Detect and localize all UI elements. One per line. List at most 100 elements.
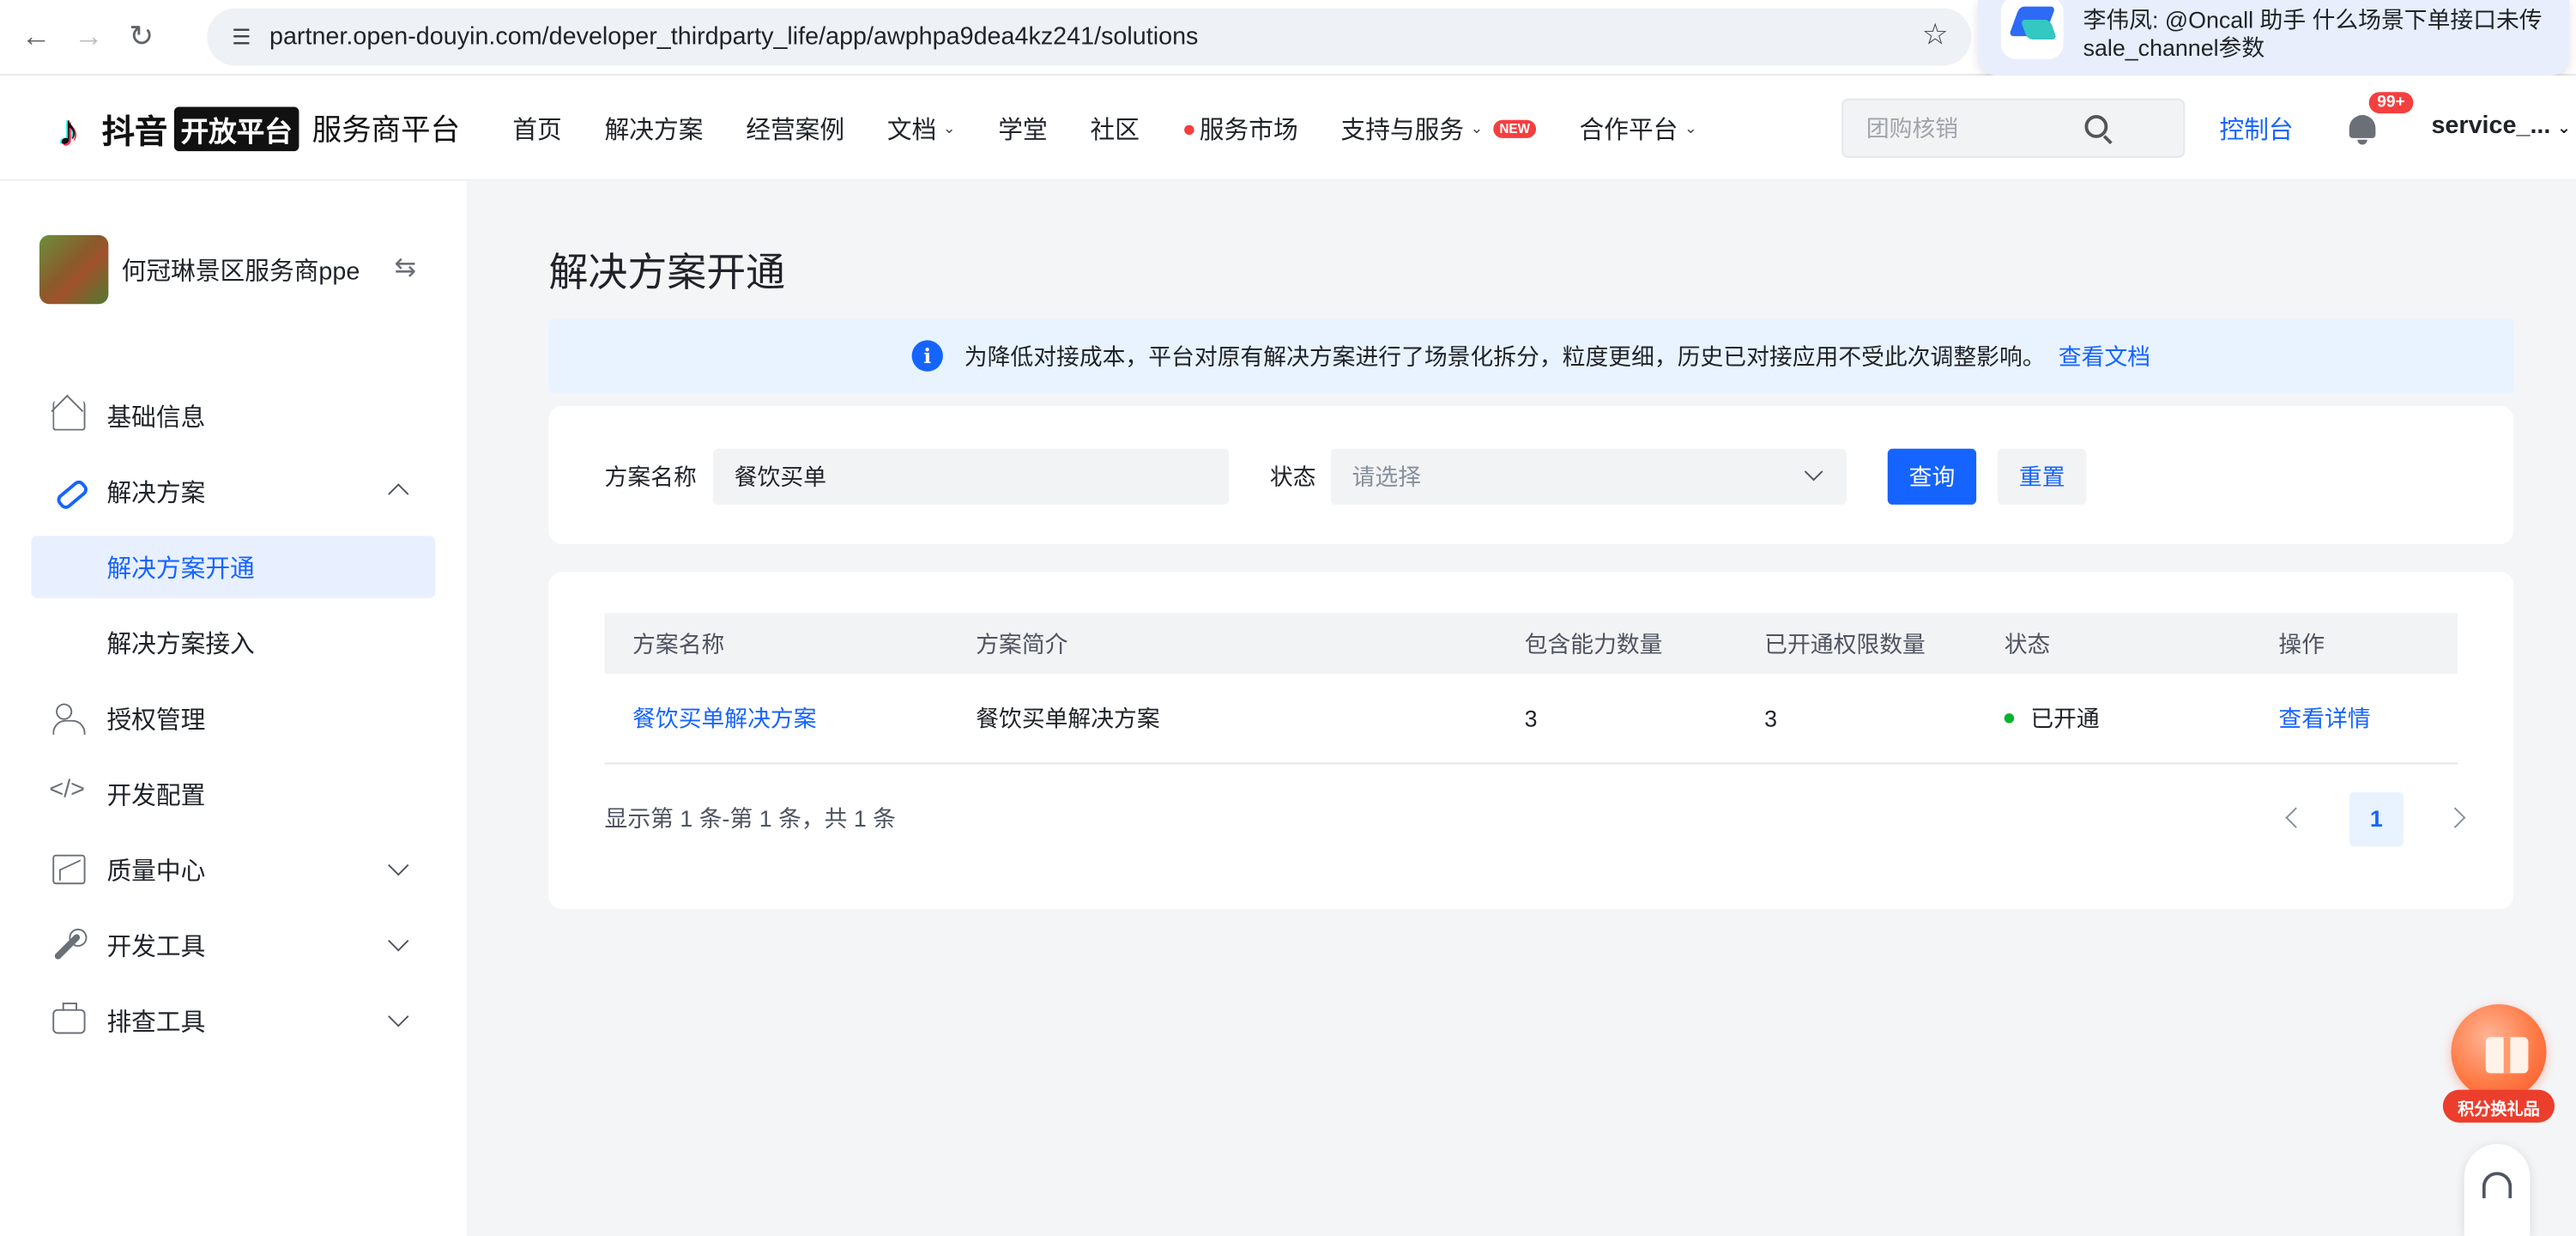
status-dot-icon [2004, 713, 2015, 724]
code-icon: </> [49, 775, 85, 804]
notification-bell[interactable]: 99+ [2346, 92, 2414, 145]
search-input[interactable]: 团购核销 [1841, 98, 2186, 158]
nav-partners[interactable]: 合作平台 ⌄ [1580, 111, 1697, 145]
status-text: 已开通 [2030, 705, 2100, 732]
home-icon [52, 401, 86, 431]
sidebar-subitem-solution-open[interactable]: 解决方案开通 [31, 536, 436, 599]
sidebar-item-dev-tools[interactable]: 开发工具 [0, 907, 467, 983]
org-switcher[interactable]: 何冠琳景区服务商ppe ⇆ [39, 234, 416, 305]
search-icon[interactable] [2084, 115, 2108, 138]
reset-button[interactable]: 重置 [1998, 448, 2087, 505]
console-link[interactable]: 控制台 [2219, 112, 2293, 146]
nav-market[interactable]: ● 服务市场 [1182, 111, 1298, 145]
solutions-table: 方案名称 方案简介 包含能力数量 已开通权限数量 状态 操作 餐饮买单解决方案 … [604, 613, 2458, 765]
gift-icon [2451, 1004, 2547, 1100]
column-header: 方案名称 [632, 630, 725, 657]
chevron-down-icon [388, 930, 409, 952]
address-bar[interactable]: ☰ partner.open-douyin.com/developer_thir… [207, 8, 1972, 66]
top-header: ♪ ♪ ♪ 抖音 开放平台 服务商平台 首页 解决方案 经营案例 文档 ⌄ 学堂 … [0, 76, 2576, 181]
nav-label: 支持与服务 [1340, 116, 1465, 144]
page-number[interactable]: 1 [2349, 791, 2404, 846]
status-placeholder: 请选择 [1351, 464, 1422, 490]
nav-docs[interactable]: 文档 ⌄ [887, 111, 956, 145]
query-button[interactable]: 查询 [1887, 448, 1977, 505]
org-avatar [39, 234, 109, 305]
sidebar-item-label: 开发配置 [106, 781, 206, 810]
forward-icon[interactable]: → [63, 10, 115, 63]
brand-name: 抖音 [101, 114, 168, 151]
solution-name-link[interactable]: 餐饮买单解决方案 [632, 702, 816, 735]
sidebar-item-authorization[interactable]: 授权管理 [0, 681, 467, 756]
gift-label: 积分换礼品 [2442, 1089, 2555, 1123]
column-header: 状态 [2004, 630, 2051, 657]
url-text: partner.open-douyin.com/developer_thirdp… [269, 22, 1199, 52]
gift-widget[interactable]: 积分换礼品 [2442, 1004, 2555, 1123]
chat-notification[interactable]: 李伟凤: @Oncall 助手 什么场景下单接口未传sale_channel参数 [1978, 0, 2570, 76]
page-title: 解决方案开通 [548, 251, 786, 296]
sidebar-item-label: 排查工具 [106, 1008, 206, 1037]
customer-support-button[interactable] [2464, 1143, 2531, 1236]
solution-name-input[interactable]: 餐饮买单 [712, 448, 1230, 505]
status-cell: 已开通 [2004, 702, 2100, 735]
sidebar-item-solutions[interactable]: 解决方案 [0, 454, 467, 530]
main-nav: 首页 解决方案 经营案例 文档 ⌄ 学堂 社区 ● 服务市场 支持与服务 ⌄ NEW 合… [512, 76, 1739, 181]
sidebar-item-quality[interactable]: 质量中心 [0, 832, 467, 907]
nav-solutions[interactable]: 解决方案 [605, 111, 704, 145]
sidebar-item-label: 解决方案 [106, 479, 206, 507]
sidebar-menu: 基础信息 解决方案 解决方案开通 解决方案接入 授权管理 </> 开发配置 质量… [0, 378, 467, 1058]
user-menu[interactable]: service_... ⌄ [2431, 112, 2571, 140]
bell-icon [2349, 115, 2376, 138]
sidebar-item-debug-tools[interactable]: 排查工具 [0, 983, 467, 1058]
toolbox-icon [52, 1003, 86, 1034]
org-name: 何冠琳景区服务商ppe [121, 257, 360, 286]
sidebar-item-label: 授权管理 [106, 706, 206, 735]
column-header: 操作 [2278, 630, 2325, 657]
status-select[interactable]: 请选择 [1330, 448, 1847, 505]
sidebar-item-dev-config[interactable]: </> 开发配置 [0, 756, 467, 832]
nav-community[interactable]: 社区 [1091, 111, 1140, 145]
sidebar-item-label: 开发工具 [106, 932, 206, 961]
fire-icon: ● [1182, 115, 1196, 142]
info-banner: i 为降低对接成本，平台对原有解决方案进行了场景化拆分，粒度更细，历史已对接应用… [548, 318, 2514, 393]
pagination-info: 显示第 1 条-第 1 条，共 1 条 [604, 805, 897, 832]
bookmark-star-icon[interactable]: ☆ [1922, 18, 1949, 52]
search-placeholder: 团购核销 [1865, 115, 1959, 142]
nav-cases[interactable]: 经营案例 [746, 111, 844, 145]
douyin-logo-icon: ♪ ♪ ♪ [56, 105, 81, 156]
notification-text: 李伟凤: @Oncall 助手 什么场景下单接口未传sale_channel参数 [2083, 6, 2543, 61]
site-info-icon[interactable]: ☰ [223, 19, 259, 55]
reload-icon[interactable]: ↻ [115, 10, 167, 63]
info-icon: i [911, 340, 943, 372]
view-docs-link[interactable]: 查看文档 [2059, 339, 2150, 372]
nav-academy[interactable]: 学堂 [998, 111, 1047, 145]
view-details-link[interactable]: 查看详情 [2278, 702, 2370, 735]
sidebar-item-basic-info[interactable]: 基础信息 [0, 378, 467, 453]
nav-support[interactable]: 支持与服务 ⌄ NEW [1340, 111, 1537, 145]
granted-count: 3 [1764, 705, 1778, 732]
chevron-down-icon [388, 855, 409, 876]
chevron-up-icon [388, 483, 409, 505]
next-page-icon[interactable] [2440, 791, 2479, 846]
nav-label: 服务市场 [1199, 116, 1298, 144]
chevron-down-icon [1804, 462, 1823, 482]
nav-label: 学堂 [998, 116, 1048, 144]
user-name: service_... [2431, 112, 2551, 140]
filter-card: 方案名称 餐饮买单 状态 请选择 查询 重置 [548, 405, 2514, 544]
bell-clapper [2357, 139, 2367, 145]
sidebar-subitem-solution-access[interactable]: 解决方案接入 [0, 605, 467, 681]
headset-icon [2482, 1172, 2513, 1198]
back-icon[interactable]: ← [9, 10, 62, 63]
sidebar: 何冠琳景区服务商ppe ⇆ 基础信息 解决方案 解决方案开通 解决方案接入 授权… [0, 180, 467, 1236]
brand-subtitle: 服务商平台 [311, 113, 461, 147]
nav-home[interactable]: 首页 [512, 111, 561, 145]
solution-name-value: 餐饮买单 [734, 464, 826, 490]
wrench-icon [52, 928, 88, 960]
platform-logo[interactable]: ♪ ♪ ♪ 抖音 开放平台 服务商平台 [52, 104, 461, 156]
chevron-down-icon: ⌄ [1470, 118, 1484, 136]
table-header: 方案名称 方案简介 包含能力数量 已开通权限数量 状态 操作 [604, 613, 2458, 675]
chevron-down-icon: ⌄ [1684, 118, 1697, 136]
prev-page-icon[interactable] [2274, 791, 2313, 846]
switch-icon[interactable]: ⇆ [394, 251, 416, 284]
link-icon [52, 476, 85, 506]
nav-label: 解决方案 [604, 116, 704, 144]
